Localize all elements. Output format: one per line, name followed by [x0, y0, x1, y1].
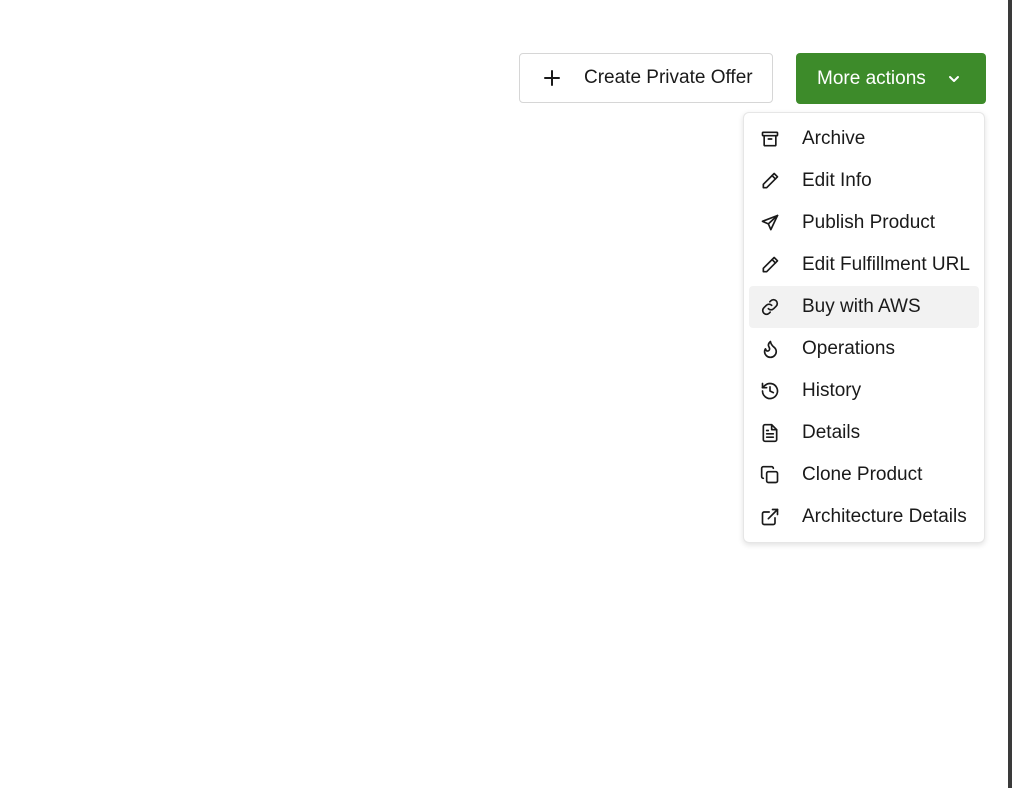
- menu-item-label: Edit Info: [802, 170, 872, 191]
- menu-item-edit-fulfillment-url[interactable]: Edit Fulfillment URL: [749, 244, 979, 286]
- flame-icon: [759, 338, 781, 360]
- chevron-down-icon: [946, 71, 962, 87]
- menu-item-label: Details: [802, 422, 861, 443]
- more-actions-button[interactable]: More actions: [796, 53, 986, 104]
- menu-item-clone-product[interactable]: Clone Product: [749, 454, 979, 496]
- menu-item-edit-info[interactable]: Edit Info: [749, 160, 979, 202]
- link-icon: [759, 296, 781, 318]
- menu-item-label: Operations: [802, 338, 895, 359]
- menu-item-label: Clone Product: [802, 464, 923, 485]
- external-link-icon: [759, 506, 781, 528]
- menu-item-label: Edit Fulfillment URL: [802, 254, 970, 275]
- menu-item-architecture-details[interactable]: Architecture Details: [749, 496, 979, 538]
- menu-item-buy-with-aws[interactable]: Buy with AWS: [749, 286, 979, 328]
- pencil-icon: [759, 170, 781, 192]
- history-icon: [759, 380, 781, 402]
- menu-item-label: Architecture Details: [802, 506, 967, 527]
- menu-item-label: Archive: [802, 128, 866, 149]
- menu-item-archive[interactable]: Archive: [749, 118, 979, 160]
- more-actions-label: More actions: [817, 67, 926, 89]
- menu-item-operations[interactable]: Operations: [749, 328, 979, 370]
- menu-item-label: History: [802, 380, 862, 401]
- menu-item-details[interactable]: Details: [749, 412, 979, 454]
- menu-item-publish-product[interactable]: Publish Product: [749, 202, 979, 244]
- archive-icon: [759, 128, 781, 150]
- page: Create Private Offer More actions Archiv…: [0, 0, 1012, 788]
- menu-item-label: Buy with AWS: [802, 296, 921, 317]
- menu-item-history[interactable]: History: [749, 370, 979, 412]
- pencil-icon: [759, 254, 781, 276]
- more-actions-menu: Archive Edit Info Publish Product Edit F…: [743, 112, 985, 543]
- create-private-offer-button[interactable]: Create Private Offer: [519, 53, 773, 103]
- menu-item-label: Publish Product: [802, 212, 936, 233]
- copy-icon: [759, 464, 781, 486]
- send-icon: [759, 212, 781, 234]
- create-private-offer-label: Create Private Offer: [584, 67, 753, 88]
- window-edge: [1008, 0, 1012, 788]
- file-text-icon: [759, 422, 781, 444]
- plus-icon: [542, 68, 562, 88]
